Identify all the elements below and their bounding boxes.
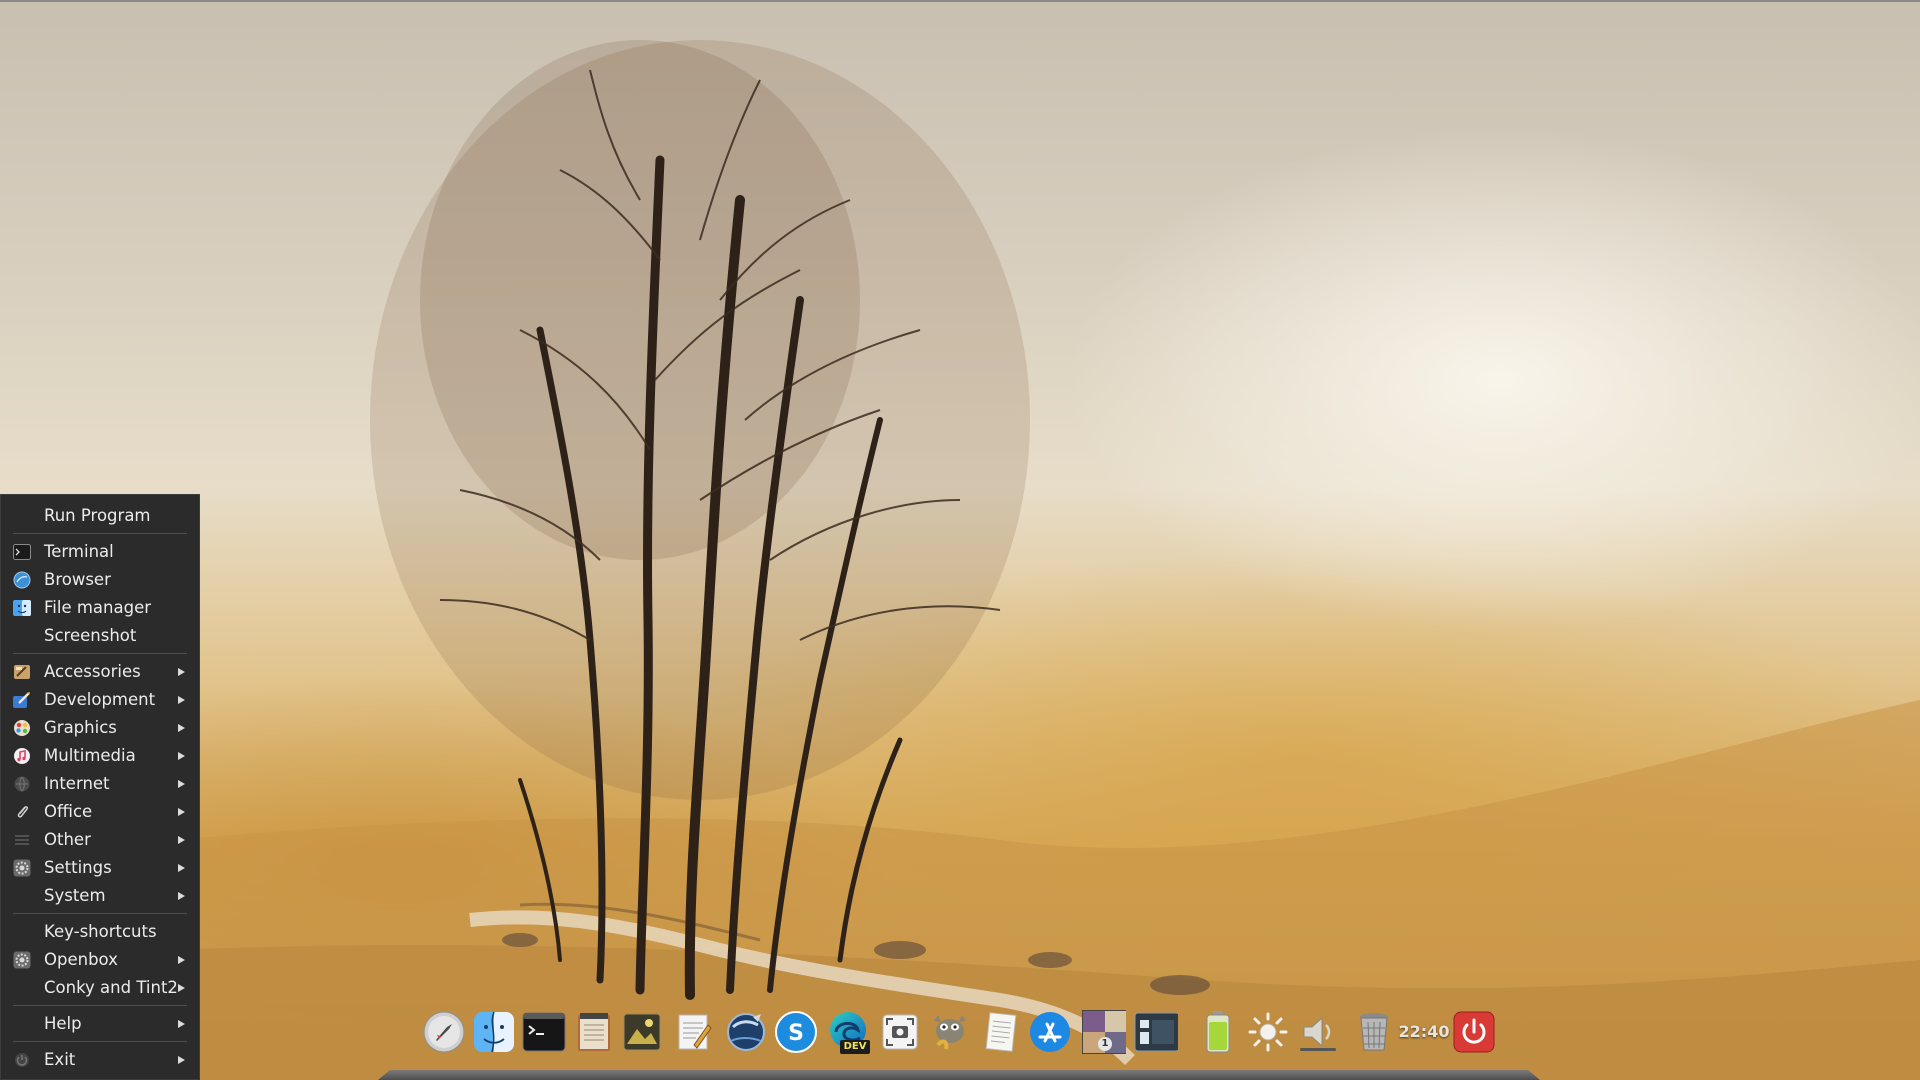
app-store-icon[interactable] bbox=[1028, 1010, 1072, 1054]
launcher-rocket-icon[interactable] bbox=[422, 1010, 466, 1054]
menu-item-label: Office bbox=[44, 802, 93, 821]
power-icon[interactable] bbox=[1452, 1010, 1496, 1054]
dock-clock[interactable]: 22:40 bbox=[1398, 1020, 1450, 1044]
file-manager-icon bbox=[13, 599, 31, 617]
menu-item-label: Exit bbox=[44, 1050, 76, 1069]
terminal-icon bbox=[13, 543, 31, 561]
window-list-icon[interactable] bbox=[1134, 1010, 1178, 1054]
submenu-arrow-icon bbox=[178, 892, 185, 900]
menu-separator bbox=[13, 1005, 187, 1006]
finder-icon[interactable] bbox=[472, 1010, 516, 1054]
volume-icon[interactable] bbox=[1296, 1010, 1340, 1054]
menu-item-label: Other bbox=[44, 830, 91, 849]
menu-item-label: Internet bbox=[44, 774, 110, 793]
openbox-root-menu: Run Program Terminal Browser File manage… bbox=[0, 494, 200, 1080]
menu-item-terminal[interactable]: Terminal bbox=[1, 539, 199, 565]
menu-item-label: Graphics bbox=[44, 718, 117, 737]
wallpaper-tree-painting bbox=[0, 40, 1920, 1080]
menu-item-internet[interactable]: Internet bbox=[1, 771, 199, 797]
menu-item-label: Key-shortcuts bbox=[44, 922, 157, 941]
menu-item-label: Run Program bbox=[44, 506, 151, 525]
menu-item-label: Help bbox=[44, 1014, 82, 1033]
menu-separator bbox=[13, 1041, 187, 1042]
desktop-wallpaper bbox=[0, 0, 1920, 1080]
battery-icon[interactable] bbox=[1196, 1010, 1240, 1054]
other-list-icon bbox=[13, 831, 31, 849]
menu-item-help[interactable]: Help bbox=[1, 1011, 199, 1037]
menu-item-label: Terminal bbox=[44, 542, 114, 561]
image-viewer-icon[interactable] bbox=[620, 1010, 664, 1054]
menu-item-system[interactable]: System bbox=[1, 883, 199, 909]
menu-item-label: Browser bbox=[44, 570, 111, 589]
edge-dev-badge: DEV bbox=[840, 1040, 870, 1054]
submenu-arrow-icon bbox=[178, 1020, 185, 1028]
notes-icon[interactable] bbox=[978, 1010, 1022, 1054]
menu-item-browser[interactable]: Browser bbox=[1, 567, 199, 593]
menu-item-label: File manager bbox=[44, 598, 152, 617]
menu-item-label: Development bbox=[44, 690, 156, 709]
workspace-number-badge: 1 bbox=[1098, 1037, 1112, 1051]
submenu-arrow-icon bbox=[178, 780, 185, 788]
menu-item-label: System bbox=[44, 886, 106, 905]
menu-item-label: Openbox bbox=[44, 950, 118, 969]
menu-item-run-program[interactable]: Run Program bbox=[1, 503, 199, 529]
menu-separator bbox=[13, 653, 187, 654]
submenu-arrow-icon bbox=[178, 752, 185, 760]
menu-item-key-shortcuts[interactable]: Key-shortcuts bbox=[1, 919, 199, 945]
menu-item-graphics[interactable]: Graphics bbox=[1, 715, 199, 741]
submenu-arrow-icon bbox=[178, 956, 185, 964]
menu-separator bbox=[13, 913, 187, 914]
menu-item-settings[interactable]: Settings bbox=[1, 855, 199, 881]
multimedia-music-icon bbox=[13, 747, 31, 765]
menu-item-other[interactable]: Other bbox=[1, 827, 199, 853]
menu-item-accessories[interactable]: Accessories bbox=[1, 659, 199, 685]
internet-globe-icon bbox=[13, 775, 31, 793]
exit-power-icon bbox=[13, 1051, 31, 1069]
skype-icon[interactable]: S bbox=[774, 1010, 818, 1054]
dock-shelf bbox=[378, 1070, 1540, 1080]
submenu-arrow-icon bbox=[178, 696, 185, 704]
menu-item-file-manager[interactable]: File manager bbox=[1, 595, 199, 621]
text-editor-icon[interactable] bbox=[672, 1010, 716, 1054]
menu-item-development[interactable]: Development bbox=[1, 687, 199, 713]
browser-globe-icon bbox=[13, 571, 31, 589]
menu-item-multimedia[interactable]: Multimedia bbox=[1, 743, 199, 769]
menu-item-exit[interactable]: Exit bbox=[1, 1047, 199, 1073]
menu-item-label: Multimedia bbox=[44, 746, 136, 765]
menu-item-label: Conky and Tint2 bbox=[44, 978, 178, 997]
development-icon bbox=[13, 691, 31, 709]
menu-item-openbox[interactable]: Openbox bbox=[1, 947, 199, 973]
graphics-palette-icon bbox=[13, 719, 31, 737]
file-manager-icon[interactable] bbox=[572, 1010, 616, 1054]
gimp-icon[interactable] bbox=[928, 1010, 972, 1054]
terminal-icon[interactable] bbox=[522, 1010, 566, 1054]
openbox-gear-icon bbox=[13, 951, 31, 969]
submenu-arrow-icon bbox=[178, 984, 185, 992]
submenu-arrow-icon bbox=[178, 808, 185, 816]
menu-item-label: Accessories bbox=[44, 662, 141, 681]
menu-item-label: Settings bbox=[44, 858, 112, 877]
menu-item-label: Screenshot bbox=[44, 626, 137, 645]
svg-text:S: S bbox=[788, 1021, 804, 1046]
submenu-arrow-icon bbox=[178, 724, 185, 732]
office-paperclip-icon bbox=[13, 803, 31, 821]
menu-item-office[interactable]: Office bbox=[1, 799, 199, 825]
trash-icon[interactable] bbox=[1352, 1010, 1396, 1054]
settings-gear-icon bbox=[13, 859, 31, 877]
accessories-icon bbox=[13, 663, 31, 681]
screenshot-icon[interactable] bbox=[878, 1010, 922, 1054]
submenu-arrow-icon bbox=[178, 668, 185, 676]
brightness-icon[interactable] bbox=[1246, 1010, 1290, 1054]
submenu-arrow-icon bbox=[178, 864, 185, 872]
menu-separator bbox=[13, 533, 187, 534]
menu-item-screenshot[interactable]: Screenshot bbox=[1, 623, 199, 649]
menu-item-conky-tint2[interactable]: Conky and Tint2 bbox=[1, 975, 199, 1001]
submenu-arrow-icon bbox=[178, 1056, 185, 1064]
web-browser-icon[interactable] bbox=[724, 1010, 768, 1054]
submenu-arrow-icon bbox=[178, 836, 185, 844]
